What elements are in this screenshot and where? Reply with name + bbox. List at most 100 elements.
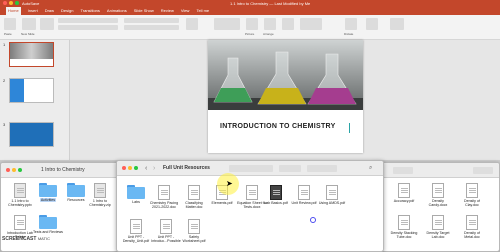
- file-item[interactable]: Density of Clay.doc: [457, 183, 487, 207]
- tab-home[interactable]: Home: [6, 7, 21, 15]
- watermark: SCREENCAST MATIC: [2, 236, 50, 242]
- view-mode-buttons[interactable]: [229, 165, 273, 172]
- group-button[interactable]: [279, 165, 301, 172]
- pdf-file-icon: [398, 183, 410, 198]
- presentation-file-icon: [14, 183, 26, 198]
- file-label: Using AMDS.pdf: [318, 201, 346, 205]
- pdf-file-icon: [270, 185, 282, 200]
- search-icon[interactable]: ⌕: [369, 161, 372, 176]
- tab-design[interactable]: Design: [61, 7, 73, 15]
- minimize-button[interactable]: [9, 1, 13, 5]
- alignment-buttons[interactable]: [124, 25, 179, 30]
- zip-file-icon: [94, 183, 106, 198]
- tab-view[interactable]: View: [181, 7, 190, 15]
- folder-item[interactable]: Tests and Reviews: [33, 215, 63, 234]
- arrange-label: Arrange: [263, 32, 274, 36]
- document-icon: [158, 185, 170, 200]
- slide-number: 3: [3, 122, 6, 127]
- dictate-button[interactable]: [345, 18, 357, 30]
- reuse-slides-button[interactable]: [40, 18, 54, 30]
- back-icon[interactable]: ‹: [145, 161, 147, 176]
- close-button[interactable]: [122, 166, 126, 170]
- document-icon: [466, 215, 478, 230]
- close-button[interactable]: [6, 168, 10, 172]
- shape-fill-button[interactable]: [300, 18, 322, 30]
- forward-icon[interactable]: ›: [153, 161, 155, 176]
- tab-animations[interactable]: Animations: [107, 7, 127, 15]
- file-item[interactable]: 1.1 Intro to Chemistry.pptx: [5, 183, 35, 207]
- close-button[interactable]: [3, 1, 7, 5]
- autosave-label[interactable]: AutoSave: [22, 0, 39, 7]
- file-label: Density Target Lab.doc: [426, 231, 450, 240]
- tab-transitions[interactable]: Transitions: [80, 7, 99, 15]
- file-item[interactable]: Chemistry Pacing 2021-2022.doc: [149, 185, 179, 209]
- file-label: Density of Metal.doc: [464, 231, 480, 240]
- slide-thumbnail-image: [10, 43, 53, 59]
- quick-styles-button[interactable]: [282, 18, 294, 30]
- picture-button[interactable]: [246, 18, 258, 30]
- file-item[interactable]: Safety Worksheet.pdf: [179, 219, 209, 243]
- file-item[interactable]: Density Candy.docx: [423, 183, 453, 207]
- search-field[interactable]: [473, 167, 493, 174]
- current-slide[interactable]: INTRODUCTION TO CHEMISTRY: [208, 40, 363, 153]
- zoom-button[interactable]: [18, 168, 22, 172]
- paste-button[interactable]: [4, 18, 16, 30]
- finder-toolbar: ‹ › Full Unit Resources ⌕: [117, 161, 383, 176]
- folder-item[interactable]: Activities: [33, 183, 63, 202]
- file-item[interactable]: Unit PPT - Introduc...Possible: [151, 219, 181, 243]
- design-ideas-button[interactable]: [366, 18, 378, 30]
- font-family-select[interactable]: [58, 18, 118, 23]
- zoom-button[interactable]: [15, 1, 19, 5]
- share-tag-buttons[interactable]: [307, 165, 337, 172]
- slide-thumbnail-3[interactable]: [9, 122, 54, 147]
- document-icon: [466, 183, 478, 198]
- file-item[interactable]: Density of Metal.doc: [457, 215, 487, 239]
- zoom-button[interactable]: [134, 166, 138, 170]
- powerpoint-window: AutoSave 1.1 Intro to Chemistry — Last M…: [0, 0, 500, 160]
- file-item[interactable]: Unit PPT - Density_Unit.pdf: [121, 219, 151, 243]
- slide-thumbnail-accent: [10, 123, 53, 146]
- convert-smartart-button[interactable]: [186, 18, 198, 30]
- tab-draw[interactable]: Draw: [45, 7, 54, 15]
- slide-thumbnail-accent: [10, 79, 24, 102]
- slide-number: 1: [3, 42, 6, 47]
- tab-review[interactable]: Review: [161, 7, 174, 15]
- slide-title[interactable]: INTRODUCTION TO CHEMISTRY: [220, 123, 336, 130]
- finder-window-full-unit-resources: ‹ › Full Unit Resources ⌕ Labs Chemistry…: [116, 160, 384, 252]
- file-label: Density Candy.docx: [428, 199, 448, 208]
- ribbon: Paste New Slide Picture Arrange Dictate: [0, 15, 500, 40]
- file-item[interactable]: Density Stacking Tube.doc: [389, 215, 419, 239]
- finder-toolbar: [373, 163, 499, 178]
- tab-insert[interactable]: Insert: [28, 7, 38, 15]
- slide-thumbnail-2[interactable]: [9, 78, 54, 103]
- file-label: Density Stacking Tube.doc: [390, 231, 418, 240]
- arrange-button[interactable]: [264, 18, 276, 30]
- pdf-file-icon: [326, 185, 338, 200]
- font-format-buttons[interactable]: [58, 25, 118, 30]
- file-label: Unit PPT - Density_Unit.pdf: [122, 235, 150, 244]
- file-item[interactable]: Lab Basics.pdf: [261, 185, 291, 205]
- slide-thumbnails-pane: 1 2 3: [0, 40, 70, 160]
- file-item[interactable]: Unit Review.pdf: [289, 185, 319, 205]
- file-item[interactable]: Classifying Matter.doc: [179, 185, 209, 209]
- slide-thumbnail-1[interactable]: [9, 42, 54, 67]
- create-pdf-button[interactable]: [390, 18, 404, 30]
- view-buttons[interactable]: [393, 167, 413, 174]
- minimize-button[interactable]: [128, 166, 132, 170]
- document-icon: [188, 185, 200, 200]
- new-slide-button[interactable]: [22, 18, 36, 30]
- pdf-file-icon: [188, 219, 200, 234]
- file-item[interactable]: Density Target Lab.doc: [423, 215, 453, 239]
- file-item[interactable]: Using AMDS.pdf: [317, 185, 347, 205]
- folder-item[interactable]: Labs: [121, 185, 151, 204]
- folder-icon: [127, 185, 145, 199]
- window-controls: [3, 1, 19, 5]
- picture-label: Picture: [245, 32, 255, 36]
- shapes-gallery[interactable]: [214, 18, 240, 30]
- file-item[interactable]: 1 Intro to Chemistry.zip: [85, 183, 115, 207]
- file-item[interactable]: Accuracy.pdf: [389, 183, 419, 203]
- tab-tell-me[interactable]: Tell me: [196, 7, 209, 15]
- paragraph-buttons[interactable]: [124, 18, 179, 23]
- minimize-button[interactable]: [12, 168, 16, 172]
- tab-slide-show[interactable]: Slide Show: [134, 7, 154, 15]
